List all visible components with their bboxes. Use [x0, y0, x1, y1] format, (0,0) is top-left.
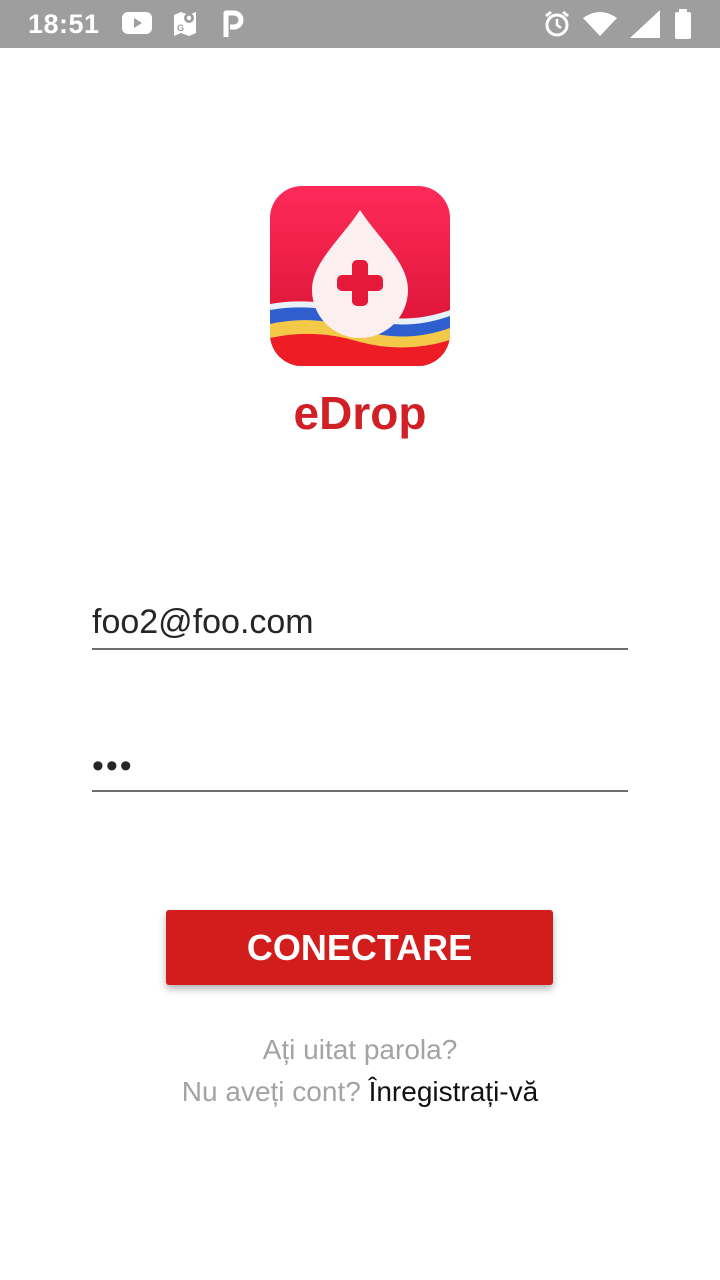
wifi-icon	[583, 12, 617, 36]
svg-text:G: G	[177, 23, 184, 33]
email-field[interactable]: foo2@foo.com	[92, 598, 628, 650]
app-logo	[270, 186, 450, 366]
app-name: eDrop	[293, 387, 427, 439]
password-value: •••	[92, 747, 134, 785]
signal-icon	[630, 10, 660, 38]
battery-icon	[675, 9, 691, 39]
maps-icon: G	[174, 12, 196, 36]
no-account-label: Nu aveți cont?	[181, 1076, 361, 1107]
login-button[interactable]: CONECTARE	[166, 910, 553, 985]
status-time: 18:51	[28, 9, 100, 39]
password-field[interactable]: •••	[92, 740, 628, 792]
email-value: foo2@foo.com	[92, 603, 314, 641]
status-bar: 18:51 G	[0, 0, 720, 48]
forgot-password-link[interactable]: Ați uitat parola?	[0, 1034, 720, 1066]
register-row: Nu aveți cont? Înregistrați-vă	[0, 1076, 720, 1108]
youtube-icon	[122, 12, 152, 34]
parking-icon	[223, 10, 244, 37]
alarm-icon	[545, 10, 569, 37]
register-link[interactable]: Înregistrați-vă	[369, 1076, 539, 1107]
